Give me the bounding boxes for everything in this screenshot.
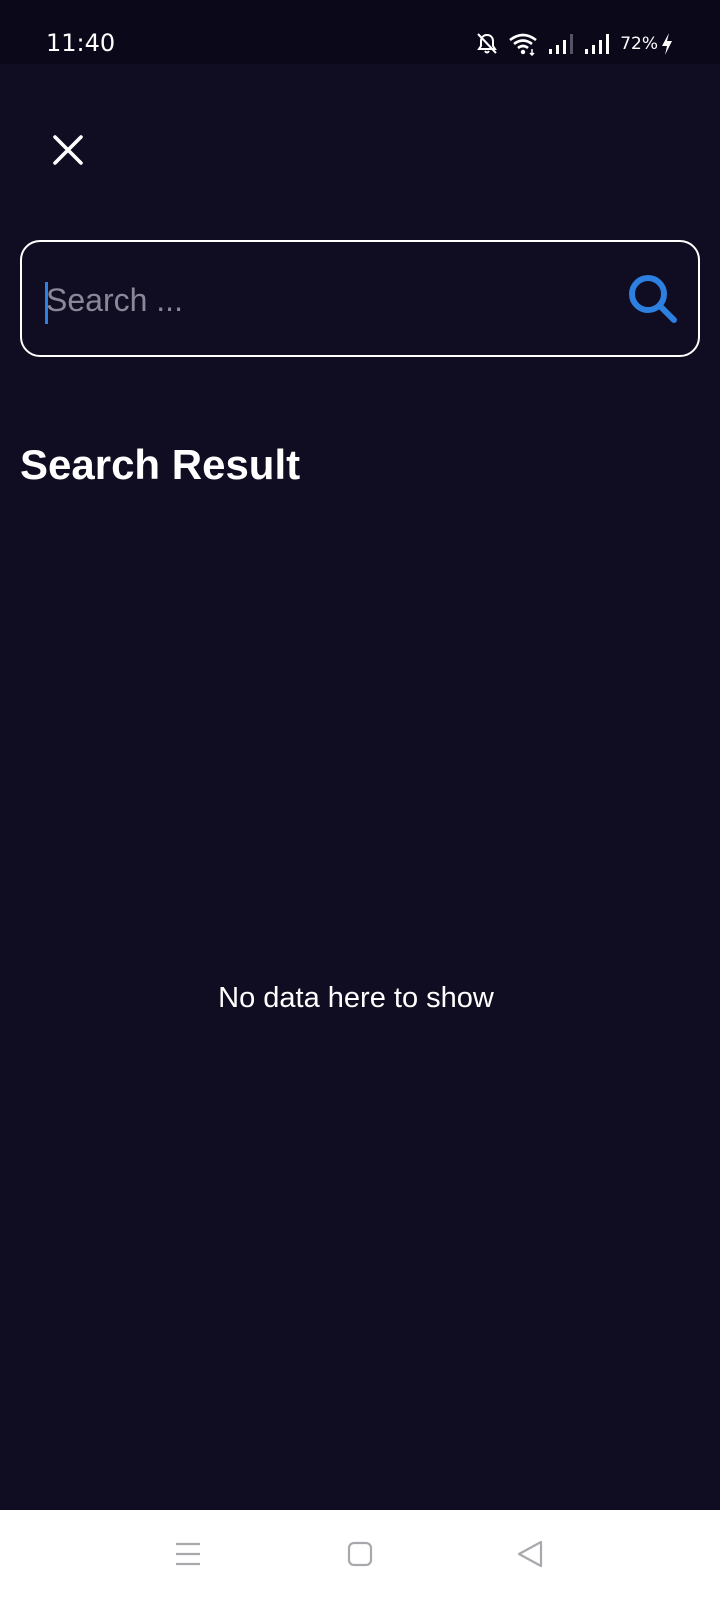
search-result-title: Search Result <box>20 441 301 488</box>
search-button[interactable] <box>624 272 682 330</box>
search-field[interactable] <box>20 240 700 357</box>
home-button[interactable] <box>338 1534 382 1578</box>
home-icon <box>347 1541 373 1572</box>
search-input[interactable] <box>46 272 586 328</box>
bell-off-icon <box>476 32 498 56</box>
status-icons: 72% <box>476 30 674 58</box>
wifi-icon <box>508 32 538 56</box>
status-bar: 11:40 72% <box>0 0 720 64</box>
menu-icon <box>174 1541 202 1572</box>
navigation-bar <box>0 1510 720 1600</box>
search-screen: 11:40 72% Search ... Search Result No da… <box>0 0 720 1600</box>
signal-icon <box>584 33 610 55</box>
close-button[interactable] <box>44 128 92 176</box>
battery-percent: 72% <box>620 34 658 54</box>
back-button[interactable] <box>508 1534 552 1578</box>
signal-icon <box>548 33 574 55</box>
back-icon <box>516 1539 544 1574</box>
status-time: 11:40 <box>46 29 116 57</box>
close-icon <box>52 134 84 171</box>
text-cursor <box>45 282 48 324</box>
charging-icon <box>660 32 674 56</box>
recent-apps-button[interactable] <box>166 1534 210 1578</box>
empty-state-message: No data here to show <box>218 982 494 1014</box>
battery-indicator: 72% <box>620 32 674 56</box>
search-icon <box>627 273 679 330</box>
